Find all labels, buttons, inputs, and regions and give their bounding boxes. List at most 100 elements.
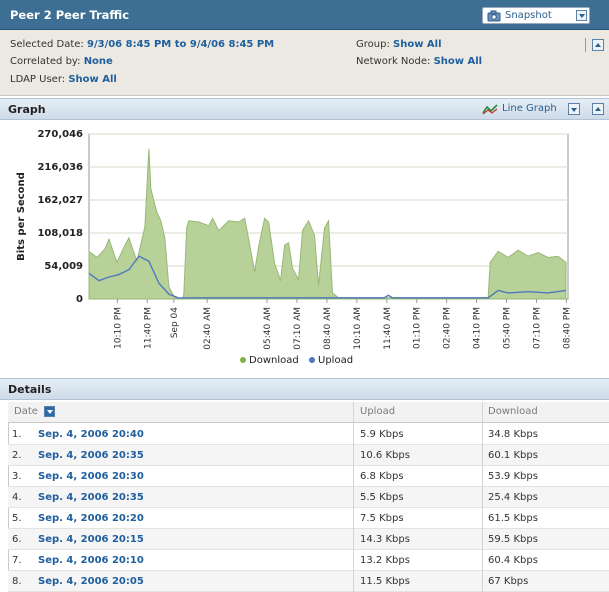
network-node-row: Network Node: Show All <box>356 56 482 67</box>
x-tick-label: 04:10 PM <box>473 307 483 349</box>
chart-type-label[interactable]: Line Graph <box>502 103 557 114</box>
snapshot-label: Snapshot <box>505 10 552 21</box>
row-number: 4. <box>12 492 22 503</box>
x-tick-label: 11:40 PM <box>143 307 153 349</box>
row-upload: 7.5 Kbps <box>360 513 404 524</box>
column-header-download[interactable]: Download <box>488 406 538 417</box>
x-tick-label: Sep 04 <box>170 307 180 339</box>
x-tick-label: 02:40 AM <box>203 307 213 350</box>
row-download: 60.1 Kbps <box>488 450 538 461</box>
x-tick-label: 10:10 PM <box>113 307 123 349</box>
table-header: Date Upload Download <box>8 402 609 423</box>
selected-date-row: Selected Date: 9/3/06 8:45 PM to 9/4/06 … <box>10 39 274 50</box>
snapshot-button[interactable]: Snapshot <box>482 7 590 24</box>
legend-download-label: Download <box>249 355 299 366</box>
x-tick-label: 07:10 AM <box>293 307 303 350</box>
table-row[interactable]: 5. Sep. 4, 2006 20:20 7.5 Kbps 61.5 Kbps <box>8 508 609 529</box>
x-tick-label: 02:40 PM <box>443 307 453 349</box>
row-date-link[interactable]: Sep. 4, 2006 20:10 <box>38 555 144 566</box>
snapshot-dropdown-arrow-icon[interactable] <box>576 10 587 21</box>
column-divider <box>482 402 483 592</box>
ldap-row: LDAP User: Show All <box>10 74 117 85</box>
row-download: 59.5 Kbps <box>488 534 538 545</box>
row-date-link[interactable]: Sep. 4, 2006 20:05 <box>38 576 144 587</box>
legend-download-marker <box>240 357 246 363</box>
row-date-link[interactable]: Sep. 4, 2006 20:40 <box>38 429 144 440</box>
divider <box>585 38 586 52</box>
row-number: 3. <box>12 471 22 482</box>
row-date-link[interactable]: Sep. 4, 2006 20:20 <box>38 513 144 524</box>
row-upload: 5.5 Kbps <box>360 492 404 503</box>
y-tick-label: 216,036 <box>37 162 83 173</box>
legend-upload-label: Upload <box>318 355 353 366</box>
table-row[interactable]: 8. Sep. 4, 2006 20:05 11.5 Kbps 67 Kbps <box>8 571 609 592</box>
row-date-link[interactable]: Sep. 4, 2006 20:30 <box>38 471 144 482</box>
table-row[interactable]: 1. Sep. 4, 2006 20:40 5.9 Kbps 34.8 Kbps <box>8 424 609 445</box>
row-download: 61.5 Kbps <box>488 513 538 524</box>
x-tick-label: 11:40 AM <box>383 307 393 350</box>
traffic-chart: 0 54,009 108,018 162,027 216,036 270,046 Bits … <box>16 129 572 366</box>
row-download: 67 Kbps <box>488 576 529 587</box>
graph-collapse-icon[interactable] <box>592 103 604 115</box>
details-section-title: Details <box>8 383 52 396</box>
correlated-link[interactable]: None <box>84 56 113 67</box>
row-download: 34.8 Kbps <box>488 429 538 440</box>
sort-descending-icon[interactable] <box>44 406 55 417</box>
row-download: 60.4 Kbps <box>488 555 538 566</box>
selected-date-label: Selected Date: <box>10 39 84 50</box>
row-download: 25.4 Kbps <box>488 492 538 503</box>
table-row[interactable]: 3. Sep. 4, 2006 20:30 6.8 Kbps 53.9 Kbps <box>8 466 609 487</box>
y-tick-label: 0 <box>76 294 83 305</box>
x-tick-label: 08:40 PM <box>562 307 572 349</box>
row-number: 8. <box>12 576 22 587</box>
graph-section-header: Graph Line Graph <box>0 98 609 120</box>
legend-upload-marker <box>309 357 315 363</box>
table-row[interactable]: 2. Sep. 4, 2006 20:35 10.6 Kbps 60.1 Kbps <box>8 445 609 466</box>
line-graph-icon[interactable] <box>482 103 498 115</box>
selected-date-link[interactable]: 9/3/06 8:45 PM to 9/4/06 8:45 PM <box>87 39 274 50</box>
column-header-upload[interactable]: Upload <box>360 406 395 417</box>
row-date-link[interactable]: Sep. 4, 2006 20:35 <box>38 492 144 503</box>
column-header-date[interactable]: Date <box>14 406 38 417</box>
correlated-label: Correlated by: <box>10 56 81 67</box>
network-node-label: Network Node: <box>356 56 431 67</box>
x-tick-label: 05:40 PM <box>503 307 513 349</box>
y-axis-label: Bits per Second <box>16 172 27 261</box>
row-upload: 5.9 Kbps <box>360 429 404 440</box>
row-upload: 13.2 Kbps <box>360 555 410 566</box>
y-tick-label: 162,027 <box>37 195 83 206</box>
ldap-label: LDAP User: <box>10 74 66 85</box>
details-section-header: Details <box>0 378 609 400</box>
x-tick-label: 05:40 AM <box>263 307 273 350</box>
row-number: 1. <box>12 429 22 440</box>
x-tick-label: 07:10 PM <box>532 307 542 349</box>
camera-icon <box>487 10 501 22</box>
chart-type-dropdown-icon[interactable] <box>568 103 580 115</box>
x-tick-label: 08:40 AM <box>323 307 333 350</box>
group-label: Group: <box>356 39 390 50</box>
row-number: 2. <box>12 450 22 461</box>
x-tick-label: 01:10 PM <box>413 307 423 349</box>
y-tick-label: 54,009 <box>44 261 83 272</box>
panel-title-bar: Peer 2 Peer Traffic Snapshot <box>0 0 609 30</box>
network-node-link[interactable]: Show All <box>434 56 483 67</box>
ldap-link[interactable]: Show All <box>68 74 117 85</box>
table-row[interactable]: 4. Sep. 4, 2006 20:35 5.5 Kbps 25.4 Kbps <box>8 487 609 508</box>
column-divider <box>353 402 354 592</box>
row-number: 5. <box>12 513 22 524</box>
graph-section-title: Graph <box>8 103 46 116</box>
filters-collapse-icon[interactable] <box>592 39 604 51</box>
panel-title: Peer 2 Peer Traffic <box>10 8 130 22</box>
table-row[interactable]: 6. Sep. 4, 2006 20:15 14.3 Kbps 59.5 Kbps <box>8 529 609 550</box>
y-tick-label: 108,018 <box>37 228 83 239</box>
group-link[interactable]: Show All <box>393 39 442 50</box>
group-row: Group: Show All <box>356 39 442 50</box>
row-download: 53.9 Kbps <box>488 471 538 482</box>
x-tick-label: 10:10 AM <box>353 307 363 350</box>
table-row[interactable]: 7. Sep. 4, 2006 20:10 13.2 Kbps 60.4 Kbps <box>8 550 609 571</box>
row-date-link[interactable]: Sep. 4, 2006 20:35 <box>38 450 144 461</box>
row-upload: 6.8 Kbps <box>360 471 404 482</box>
row-date-link[interactable]: Sep. 4, 2006 20:15 <box>38 534 144 545</box>
filter-summary: Selected Date: 9/3/06 8:45 PM to 9/4/06 … <box>0 30 609 96</box>
row-upload: 14.3 Kbps <box>360 534 410 545</box>
